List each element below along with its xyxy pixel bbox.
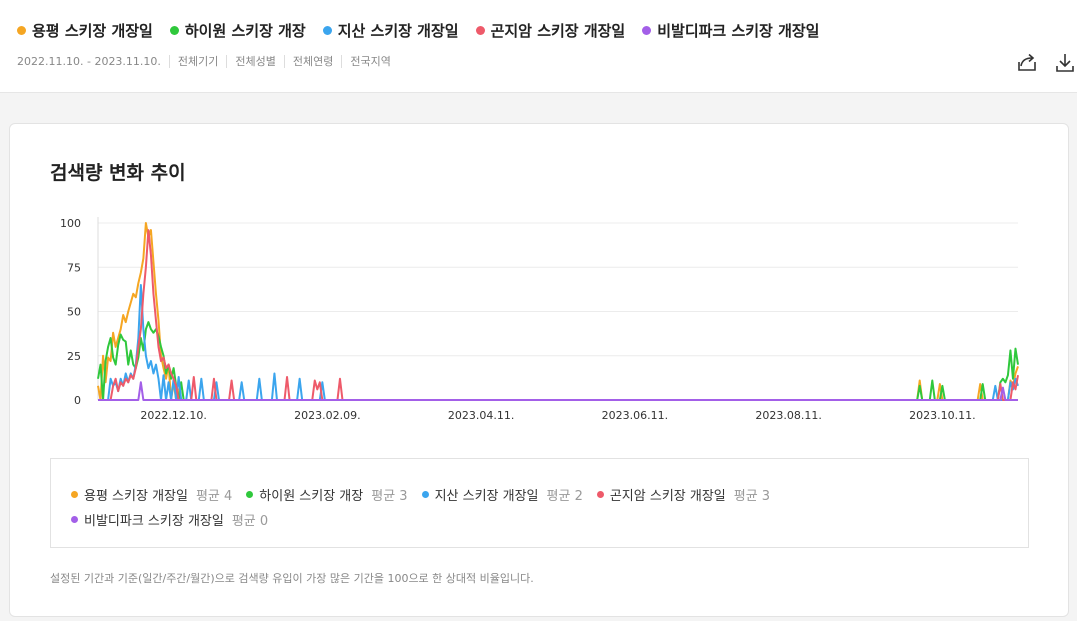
footnote: 설정된 기간과 기준(일간/주간/월간)으로 검색량 유입이 가장 많은 기간을… [50,572,534,585]
legend-name: 하이원 스키장 개장 [259,489,364,504]
download-icon[interactable] [1053,51,1077,75]
y-tick-label: 50 [67,306,81,319]
x-tick-label: 2022.12.10. [140,409,206,422]
legend-dot [71,516,78,523]
keyword-dot [169,26,179,35]
legend-dot [421,491,429,498]
legend-average: 평균 3 [371,489,408,504]
series-line [98,283,1019,401]
legend-average: 평균 2 [546,489,583,504]
legend-name: 지산 스키장 개장일 [434,489,539,504]
filter-summary: 2022.11.10. - 2023.11.10. 전체기기 전체성별 전체연령… [17,55,399,68]
keyword-item[interactable]: 하이원 스키장 개장 [169,20,306,41]
legend-name: 비발디파크 스키장 개장일 [84,514,224,529]
filter-gender: 전체성별 [226,55,283,68]
keyword-label: 비발디파크 스키장 개장일 [657,22,820,40]
x-tick-label: 2023.04.11. [448,409,514,422]
keyword-item[interactable]: 비발디파크 스키장 개장일 [642,20,819,41]
keyword-dot [642,26,652,35]
keyword-dot [475,26,485,35]
share-icon[interactable] [1015,51,1039,75]
y-tick-label: 25 [67,350,81,363]
trend-chart[interactable]: 0 25 50 75 100 2022.12.10. 2023.02.09. 2023.04.… [10,124,1068,424]
y-tick-label: 75 [67,261,81,274]
legend-average: 평균 0 [231,514,269,529]
filter-age: 전체연령 [283,55,341,68]
header: 용평 스키장 개장일 하이원 스키장 개장 지산 스키장 개장일 곤지암 스키장… [0,0,1077,93]
legend-dot [71,491,78,498]
legend-average: 평균 3 [733,489,771,504]
legend-item[interactable]: 지산 스키장 개장일 평균 2 [421,485,583,504]
x-tick-label: 2023.02.09. [294,409,360,422]
legend-name: 용평 스키장 개장일 [84,489,188,504]
filter-period: 2022.11.10. - 2023.11.10. [17,55,161,68]
keyword-item[interactable]: 용평 스키장 개장일 [17,20,153,41]
keyword-label: 곤지암 스키장 개장일 [490,22,626,40]
keyword-dot [17,26,26,35]
series-line [98,229,1019,401]
series-line [98,381,1018,401]
legend-name: 곤지암 스키장 개장일 [609,489,726,504]
legend-dot [246,491,254,498]
series-line [97,321,1019,401]
legend-item[interactable]: 비발디파크 스키장 개장일 평균 0 [71,510,268,529]
keyword-list: 용평 스키장 개장일 하이원 스키장 개장 지산 스키장 개장일 곤지암 스키장… [17,20,836,41]
keyword-label: 지산 스키장 개장일 [337,22,459,40]
legend-average: 평균 4 [195,489,233,504]
x-tick-label: 2023.06.11. [602,409,668,422]
keyword-item[interactable]: 지산 스키장 개장일 [322,20,459,41]
legend-item[interactable]: 하이원 스키장 개장 평균 3 [246,485,408,504]
x-tick-label: 2023.08.11. [755,409,821,422]
keyword-label: 하이원 스키장 개장 [184,22,306,40]
y-tick-label: 0 [74,394,81,407]
keyword-label: 용평 스키장 개장일 [32,22,153,40]
legend-item[interactable]: 용평 스키장 개장일 평균 4 [71,485,232,504]
legend-item[interactable]: 곤지암 스키장 개장일 평균 3 [596,485,771,504]
filter-device: 전체기기 [168,55,226,68]
keyword-dot [322,26,332,35]
keyword-item[interactable]: 곤지암 스키장 개장일 [475,20,626,41]
legend: 용평 스키장 개장일 평균 4 하이원 스키장 개장 평균 3 지산 스키장 개장일… [50,458,1029,548]
filter-region: 전국지역 [341,55,398,68]
x-tick-label: 2023.10.11. [909,409,975,422]
legend-dot [596,491,604,498]
y-tick-label: 100 [60,217,81,230]
trend-card: 검색량 변화 추이 0 25 50 75 100 2022.12.10. 2023.02.0… [9,123,1069,617]
